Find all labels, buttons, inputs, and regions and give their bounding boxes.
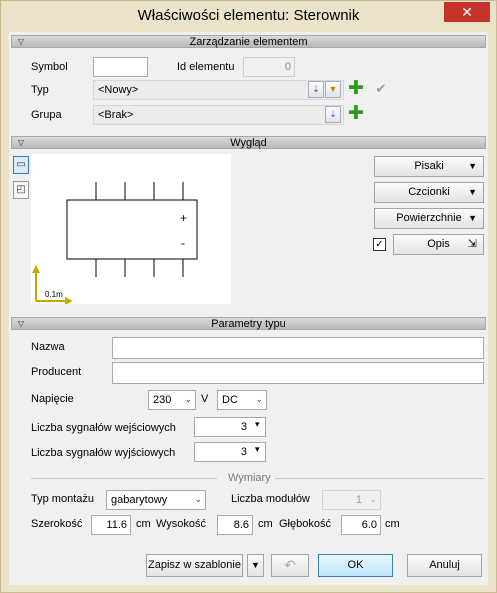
modules-select: 1 ⌄ — [322, 490, 381, 510]
dimensions-label: Wymiary — [228, 472, 271, 484]
group-combo[interactable]: <Brak> — [93, 105, 344, 125]
inputs-label: Liczba sygnałów wejściowych — [31, 422, 176, 434]
undo-icon: ↶ — [284, 557, 296, 573]
section-header-management[interactable]: ▽ Zarządzanie elementem — [11, 35, 486, 48]
pens-button-label: Pisaki — [414, 160, 444, 172]
minus-terminal: - — [181, 236, 185, 250]
description-button-label: Opis — [427, 238, 450, 250]
symbol-input[interactable] — [93, 57, 148, 77]
preview-drawing: + - 0.1m — [32, 182, 198, 305]
voltage-value: 230 — [153, 394, 172, 406]
ok-button[interactable]: OK — [318, 554, 393, 577]
dropdown-arrow-icon: ▼ — [468, 161, 477, 171]
symbol-preview: + - 0.1m — [31, 154, 231, 305]
open-icon: ⇲ — [467, 238, 477, 250]
id-label: Id elementu — [177, 61, 235, 73]
modules-label: Liczba modułów — [231, 493, 310, 505]
spinner-arrows-icon[interactable]: ▾ — [255, 419, 260, 430]
current-type-value: DC — [222, 394, 238, 406]
height-label: Wysokość — [156, 518, 207, 530]
description-checkbox[interactable]: ✓ — [373, 238, 386, 251]
chevron-down-icon: ⌄ — [369, 494, 377, 504]
dropdown-arrow-icon: ▼ — [468, 213, 477, 223]
voltage-unit: V — [201, 393, 209, 405]
chevron-down-icon: ⌄ — [255, 394, 263, 404]
symbol-label: Symbol — [31, 61, 68, 73]
view-2d-icon[interactable]: ▭ — [13, 156, 29, 174]
save-template-button[interactable]: Zapisz w szablonie — [146, 554, 243, 577]
divider — [275, 478, 484, 479]
confirm-type-icon[interactable]: ✔ — [372, 80, 390, 98]
dialog-body: ▽ Zarządzanie elementem Symbol Id elemen… — [9, 32, 488, 585]
width-unit: cm — [136, 518, 151, 530]
section-header-type-params[interactable]: ▽ Parametry typu — [11, 317, 486, 330]
outputs-label: Liczba sygnałów wyjściowych — [31, 447, 176, 459]
view-3d-icon[interactable]: ◰ — [13, 181, 29, 199]
chevron-down-icon: ⌄ — [194, 494, 202, 504]
mount-select[interactable]: gabarytowy ⌄ — [106, 490, 206, 510]
close-button[interactable]: ✕ — [444, 2, 490, 22]
chevron-down-icon: ⌄ — [184, 394, 192, 404]
dropdown-arrow-icon: ▼ — [251, 560, 260, 570]
modules-value: 1 — [355, 494, 362, 506]
section-header-appearance[interactable]: ▽ Wygląd — [11, 136, 486, 149]
height-input[interactable]: 8.6 — [217, 515, 253, 535]
title-bar[interactable]: Właściwości elementu: Sterownik ✕ — [1, 1, 496, 32]
spinner-arrows-icon[interactable]: ▾ — [255, 444, 260, 455]
group-label: Grupa — [31, 109, 62, 121]
undo-button[interactable]: ↶ — [271, 554, 309, 577]
producer-input[interactable] — [112, 362, 484, 384]
id-field: 0 — [243, 57, 295, 77]
pens-button[interactable]: Pisaki ▼ — [374, 156, 484, 177]
window-title: Właściwości elementu: Sterownik — [137, 7, 360, 24]
depth-unit: cm — [385, 518, 400, 530]
width-input[interactable]: 11.6 — [91, 515, 131, 535]
current-type-select[interactable]: DC ⌄ — [217, 390, 267, 410]
section-title-type-params: Parametry typu — [211, 318, 286, 330]
add-type-icon[interactable]: ✚ — [347, 79, 365, 98]
name-label: Nazwa — [31, 341, 65, 353]
cancel-button[interactable]: Anuluj — [407, 554, 482, 577]
section-title-appearance: Wygląd — [230, 137, 267, 149]
scale-label: 0.1m — [45, 290, 63, 299]
plus-terminal: + — [180, 211, 187, 225]
edit-type-icon[interactable]: ⇣ — [308, 81, 324, 98]
divider — [31, 478, 217, 479]
height-unit: cm — [258, 518, 273, 530]
description-button[interactable]: Opis ⇲ — [393, 234, 484, 255]
add-group-icon[interactable]: ✚ — [347, 104, 365, 123]
save-template-dropdown[interactable]: ▼ — [247, 554, 264, 577]
voltage-label: Napięcie — [31, 393, 74, 405]
controller-body — [66, 199, 198, 260]
width-label: Szerokość — [31, 518, 83, 530]
properties-window: Właściwości elementu: Sterownik ✕ ▽ Zarz… — [0, 0, 497, 593]
depth-label: Głębokość — [279, 518, 331, 530]
edit-group-icon[interactable]: ⇣ — [325, 106, 341, 123]
depth-input[interactable]: 6.0 — [341, 515, 381, 535]
voltage-select[interactable]: 230 ⌄ — [148, 390, 196, 410]
filter-type-icon[interactable]: ▼ — [325, 81, 341, 98]
mount-label: Typ montażu — [31, 493, 94, 505]
surfaces-button[interactable]: Powierzchnie ▼ — [374, 208, 484, 229]
type-label: Typ — [31, 84, 49, 96]
producer-label: Producent — [31, 366, 82, 378]
type-combo[interactable]: <Nowy> — [93, 80, 344, 100]
fonts-button[interactable]: Czcionki ▼ — [374, 182, 484, 203]
section-title-management: Zarządzanie elementem — [189, 36, 308, 48]
dropdown-arrow-icon: ▼ — [468, 187, 477, 197]
surfaces-button-label: Powierzchnie — [396, 212, 462, 224]
mount-value: gabarytowy — [111, 494, 168, 506]
name-input[interactable] — [112, 337, 484, 359]
fonts-button-label: Czcionki — [408, 186, 450, 198]
